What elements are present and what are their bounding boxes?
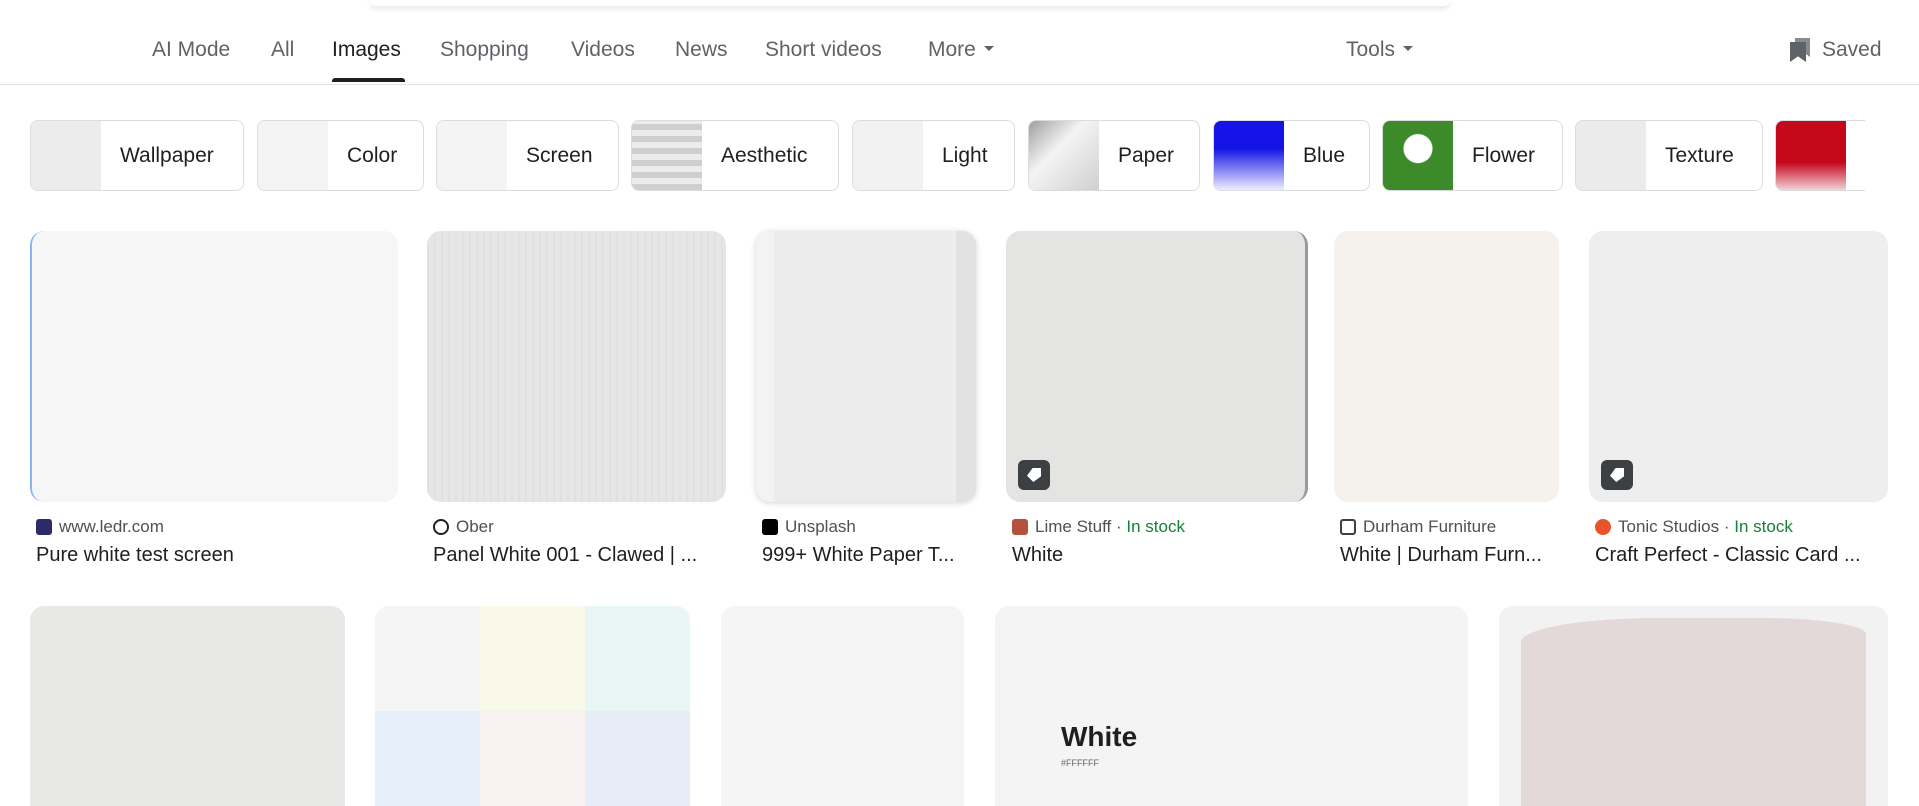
search-tabs-bar: AI Mode All Images Shopping Videos News … xyxy=(0,0,1919,85)
chip-flower[interactable]: Flower xyxy=(1382,120,1563,191)
result-title[interactable]: 999+ White Paper T... xyxy=(762,544,976,567)
chip-blue[interactable]: Blue xyxy=(1213,120,1370,191)
saved-label: Saved xyxy=(1822,38,1882,61)
chip-label: Paper xyxy=(1118,143,1175,167)
palette-swatch xyxy=(585,606,690,711)
tab-all[interactable]: All xyxy=(271,38,294,62)
source-name: Ober xyxy=(456,517,494,536)
chip-light[interactable]: Light xyxy=(852,120,1015,191)
swatch-title: White xyxy=(1061,721,1138,752)
result-title[interactable]: Panel White 001 - Clawed | ... xyxy=(433,544,725,567)
tab-images[interactable]: Images xyxy=(332,38,401,62)
chip-label: Aesthetic xyxy=(721,143,808,167)
favicon-icon xyxy=(1012,519,1028,535)
price-tag-icon xyxy=(1601,460,1633,490)
favicon-icon xyxy=(36,519,52,535)
result-source[interactable]: Unsplash xyxy=(762,517,856,537)
result-title[interactable]: Craft Perfect - Classic Card ... xyxy=(1595,544,1887,567)
saved-button[interactable]: Saved xyxy=(1790,38,1882,62)
chip-label: Color xyxy=(347,143,398,167)
favicon-icon xyxy=(1340,519,1356,535)
chip-thumbnail xyxy=(632,121,702,190)
chip-thumbnail xyxy=(1029,121,1099,190)
tab-more-label: More xyxy=(928,38,976,61)
favicon-icon xyxy=(762,519,778,535)
result-source[interactable]: Durham Furniture xyxy=(1340,517,1496,537)
chip-thumbnail xyxy=(853,121,923,190)
source-name: Durham Furniture xyxy=(1363,517,1497,536)
paint-swatch xyxy=(1521,618,1866,806)
result-source[interactable]: Tonic Studios · In stock xyxy=(1595,517,1793,537)
active-tab-indicator xyxy=(332,78,405,82)
chip-thumbnail xyxy=(1576,121,1646,190)
result-image[interactable] xyxy=(1499,606,1888,806)
tab-short-videos[interactable]: Short videos xyxy=(765,38,882,62)
chip-red[interactable] xyxy=(1775,120,1865,191)
result-title[interactable]: White | Durham Furn... xyxy=(1340,544,1560,567)
palette-swatch xyxy=(375,606,480,711)
stock-status: In stock xyxy=(1126,517,1185,536)
separator: · xyxy=(1115,517,1122,536)
result-image[interactable] xyxy=(756,231,976,502)
source-name: Unsplash xyxy=(785,517,856,536)
chip-label: Light xyxy=(942,143,988,167)
result-image[interactable] xyxy=(721,606,964,806)
result-image[interactable] xyxy=(427,231,726,502)
chip-thumbnail xyxy=(437,121,507,190)
chevron-down-icon xyxy=(1403,45,1414,51)
chip-thumbnail xyxy=(1383,121,1453,190)
tab-news[interactable]: News xyxy=(675,38,728,62)
chip-thumbnail xyxy=(258,121,328,190)
tools-button[interactable]: Tools xyxy=(1346,38,1414,62)
result-title[interactable]: Pure white test screen xyxy=(36,544,386,567)
swatch-hex: #FFFFFF xyxy=(1061,758,1099,768)
favicon-icon xyxy=(1595,519,1611,535)
palette-swatch xyxy=(480,606,585,711)
result-source[interactable]: www.ledr.com xyxy=(36,517,164,537)
chip-aesthetic[interactable]: Aesthetic xyxy=(631,120,839,191)
result-title[interactable]: White xyxy=(1012,544,1304,567)
chip-paper[interactable]: Paper xyxy=(1028,120,1200,191)
tools-label: Tools xyxy=(1346,38,1396,61)
chip-color[interactable]: Color xyxy=(257,120,424,191)
chip-thumbnail xyxy=(31,121,101,190)
chip-thumbnail xyxy=(1776,121,1846,190)
tab-more[interactable]: More xyxy=(928,38,994,62)
result-image[interactable] xyxy=(30,231,398,502)
result-source[interactable]: Ober xyxy=(433,517,494,537)
result-image[interactable] xyxy=(1006,231,1308,502)
price-tag-icon xyxy=(1018,460,1050,490)
chip-screen[interactable]: Screen xyxy=(436,120,619,191)
refinement-chips: Wallpaper Color Screen Aesthetic Light P… xyxy=(30,120,1865,193)
result-image[interactable] xyxy=(375,606,690,806)
stock-status: In stock xyxy=(1734,517,1793,536)
chip-label: Blue xyxy=(1303,143,1346,167)
result-image[interactable] xyxy=(1589,231,1888,502)
source-name: Tonic Studios xyxy=(1618,517,1720,536)
chip-label: Texture xyxy=(1665,143,1734,167)
chip-thumbnail xyxy=(1214,121,1284,190)
chip-label: Flower xyxy=(1472,143,1536,167)
tab-videos[interactable]: Videos xyxy=(571,38,635,62)
source-name: www.ledr.com xyxy=(59,517,164,536)
palette-swatch xyxy=(480,711,585,806)
chip-wallpaper[interactable]: Wallpaper xyxy=(30,120,244,191)
result-image[interactable] xyxy=(30,606,345,806)
tab-shopping[interactable]: Shopping xyxy=(440,38,529,62)
palette-swatch xyxy=(585,711,690,806)
favicon-icon xyxy=(433,519,449,535)
result-image[interactable]: White #FFFFFF xyxy=(995,606,1468,806)
result-image[interactable] xyxy=(1334,231,1559,502)
tab-ai-mode[interactable]: AI Mode xyxy=(152,38,230,62)
chip-texture[interactable]: Texture xyxy=(1575,120,1763,191)
result-source[interactable]: Lime Stuff · In stock xyxy=(1012,517,1185,537)
separator: · xyxy=(1723,517,1730,536)
bookmark-icon xyxy=(1790,38,1810,62)
palette-swatch xyxy=(375,711,480,806)
chip-label: Screen xyxy=(526,143,593,167)
chip-label: Wallpaper xyxy=(120,143,214,167)
chevron-down-icon xyxy=(983,45,994,51)
source-name: Lime Stuff xyxy=(1035,517,1112,536)
